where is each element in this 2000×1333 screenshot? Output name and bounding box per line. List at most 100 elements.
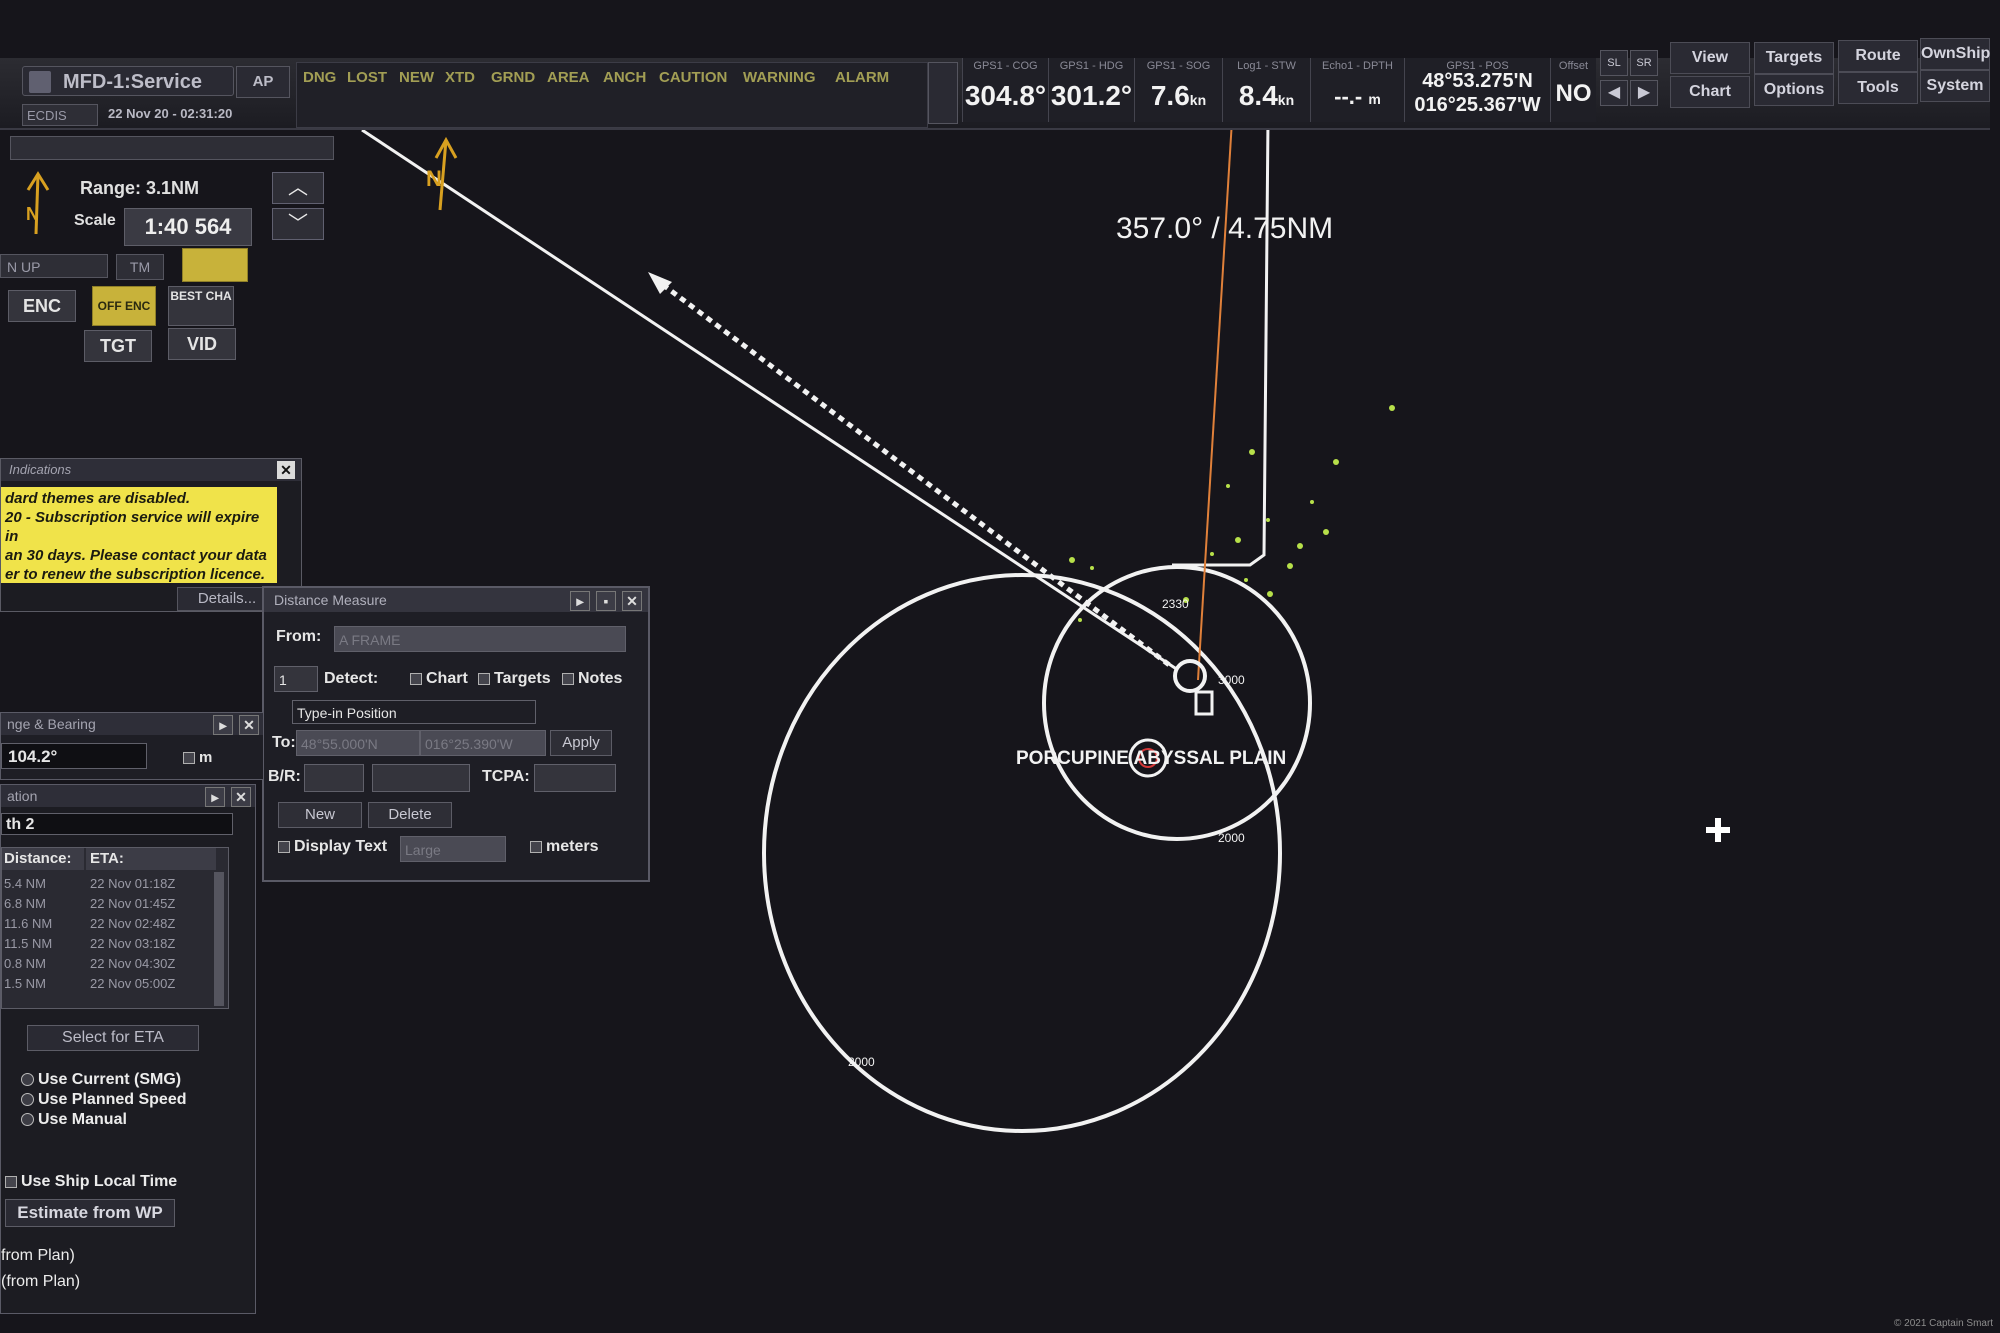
alarm-area[interactable]: AREA [547,69,590,86]
cog-cell[interactable]: GPS1 - COG 304.8° [962,58,1048,122]
alarm-anch[interactable]: ANCH [603,69,646,86]
expand-icon[interactable]: ▸ [213,715,233,735]
alarm-strip: DNG LOST NEW XTD GRND AREA ANCH CAUTION … [296,62,928,128]
sr-button[interactable]: SR [1630,50,1658,76]
alarm-xtd[interactable]: XTD [445,69,475,86]
arrow-right-icon[interactable]: ▶ [1630,80,1658,106]
new-button[interactable]: New [278,802,362,828]
menu-tools[interactable]: Tools [1838,72,1918,104]
motion-mode[interactable]: TM [116,254,164,280]
alarm-grnd[interactable]: GRND [491,69,535,86]
sog-cell[interactable]: GPS1 - SOG 7.6kn [1134,58,1222,122]
sog-label: GPS1 - SOG [1146,60,1211,72]
minimize-icon[interactable]: ▪ [596,591,616,611]
cog-label: GPS1 - COG [973,60,1038,72]
detect-targets-checkbox[interactable]: Targets [478,670,551,688]
menu-options[interactable]: Options [1754,74,1834,106]
close-icon[interactable]: ✕ [231,787,251,807]
hdg-cell[interactable]: GPS1 - HDG 301.2° [1048,58,1134,122]
alarm-dng[interactable]: DNG [303,69,336,86]
alarm-alarm[interactable]: ALARM [835,69,889,86]
table-row[interactable]: 6.8 NM 22 Nov 01:45Z [2,894,212,914]
bearing-field[interactable] [304,764,364,792]
display-text-checkbox[interactable]: Display Text [278,838,387,856]
use-planned-speed-radio[interactable]: Use Planned Speed [21,1091,187,1109]
off-enc-button[interactable]: OFF ENC [92,286,156,326]
offset-cell[interactable]: Offset NO [1550,58,1596,122]
tcpa-field[interactable] [534,764,616,792]
radar-targets [1069,405,1395,622]
display-size-dropdown[interactable]: Large [400,836,506,862]
count-stepper[interactable]: 1 [274,666,318,692]
use-ship-local-time-checkbox[interactable]: Use Ship Local Time [5,1173,177,1191]
detect-chart-checkbox[interactable]: Chart [410,670,468,688]
table-row[interactable]: 1.5 NM 22 Nov 05:00Z [2,974,212,994]
table-row[interactable]: 11.5 NM 22 Nov 03:18Z [2,934,212,954]
depth-contour-large [762,573,1282,1133]
copyright: © 2021 Captain Smart [1894,1318,1994,1329]
alarm-caution[interactable]: CAUTION [659,69,727,86]
menu-targets[interactable]: Targets [1754,42,1834,74]
ap-button[interactable]: AP [236,66,290,98]
alarm-new[interactable]: NEW [399,69,434,86]
alarm-warning[interactable]: WARNING [743,69,816,86]
menu-view[interactable]: View [1670,42,1750,74]
alarm-lost[interactable]: LOST [347,69,387,86]
close-icon[interactable]: ✕ [239,715,259,735]
depth-label: 2330 [1162,597,1189,611]
table-scrollbar[interactable] [214,872,224,1006]
close-icon[interactable]: ✕ [277,461,295,479]
position-cell[interactable]: GPS1 - POS 48°53.275'N 016°25.367'W [1404,58,1550,122]
arrow-left-icon[interactable]: ◀ [1600,80,1628,106]
range-up-button[interactable]: ︿ [272,172,324,204]
range-down-button[interactable]: ﹀ [272,208,324,240]
expand-icon[interactable]: ▸ [570,591,590,611]
meters-checkbox[interactable]: m [183,749,212,766]
orientation-dropdown[interactable]: N UP [0,254,108,278]
best-cha-button[interactable]: BEST CHA [168,286,234,326]
depth-label: 2000 [848,1055,875,1069]
hdg-label: GPS1 - HDG [1059,60,1124,72]
alarm-scroll[interactable] [928,62,958,124]
type-in-position-toggle[interactable]: Type-in Position [292,700,536,724]
table-row[interactable]: 5.4 NM 22 Nov 01:18Z [2,874,212,894]
use-manual-radio[interactable]: Use Manual [21,1111,127,1129]
from-field[interactable]: A FRAME [334,626,626,652]
apply-button[interactable]: Apply [550,730,612,756]
ownship-symbol[interactable] [1173,659,1207,693]
bearing-range-label: 357.0° / 4.75NM [1116,212,1333,245]
detect-label: Detect: [324,670,379,687]
expand-icon[interactable]: ▸ [205,787,225,807]
window-title[interactable]: MFD-1:Service [22,66,234,96]
eta-table[interactable]: Distance: ETA: 5.4 NM 22 Nov 01:18Z 6.8 N… [1,847,229,1009]
route-selector[interactable]: th 2 [1,813,233,835]
enc-button[interactable]: ENC [8,290,76,322]
stw-cell[interactable]: Log1 - STW 8.4kn [1222,58,1310,122]
scale-value[interactable]: 1:40 564 [124,208,252,246]
detect-notes-checkbox[interactable]: Notes [562,670,622,688]
meters-checkbox[interactable]: meters [530,838,598,856]
bearing-value[interactable]: 104.2° [1,743,147,769]
yellow-top-button[interactable] [182,248,248,282]
stw-label: Log1 - STW [1237,60,1296,72]
menu-system[interactable]: System [1920,70,1990,102]
table-row[interactable]: 11.6 NM 22 Nov 02:48Z [2,914,212,934]
estimate-from-wp-button[interactable]: Estimate from WP [5,1199,175,1227]
to-longitude-field[interactable]: 016°25.390'W [420,730,546,756]
close-icon[interactable]: ✕ [622,591,642,611]
table-row[interactable]: 0.8 NM 22 Nov 04:30Z [2,954,212,974]
tgt-button[interactable]: TGT [84,330,152,362]
menu-route[interactable]: Route [1838,40,1918,72]
select-for-eta-button[interactable]: Select for ETA [27,1025,199,1051]
latitude-value: 48°53.275'N [1422,70,1533,92]
use-current-radio[interactable]: Use Current (SMG) [21,1071,181,1089]
vid-button[interactable]: VID [168,328,236,360]
delete-button[interactable]: Delete [368,802,452,828]
menu-chart[interactable]: Chart [1670,76,1750,108]
menu-ownship[interactable]: OwnShip [1920,38,1990,70]
mode-dropdown[interactable]: ECDIS [22,104,98,126]
to-latitude-field[interactable]: 48°55.000'N [296,730,420,756]
depth-cell[interactable]: Echo1 - DPTH --.- m [1310,58,1404,122]
sl-button[interactable]: SL [1600,50,1628,76]
range-field[interactable] [372,764,470,792]
